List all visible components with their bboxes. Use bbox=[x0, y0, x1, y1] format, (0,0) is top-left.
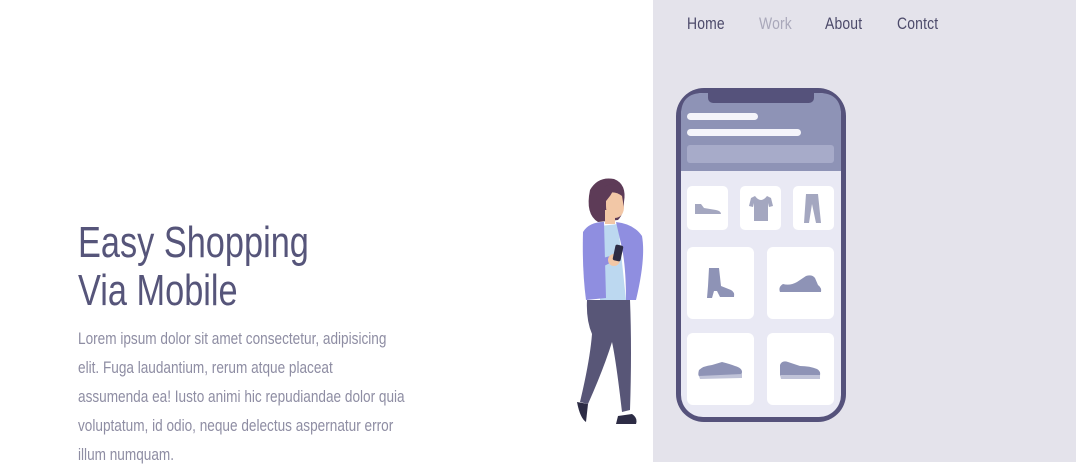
phone-notch bbox=[708, 88, 814, 103]
product-card[interactable] bbox=[687, 186, 728, 230]
shopping-illustration bbox=[577, 88, 846, 424]
woman-figure bbox=[577, 178, 644, 424]
